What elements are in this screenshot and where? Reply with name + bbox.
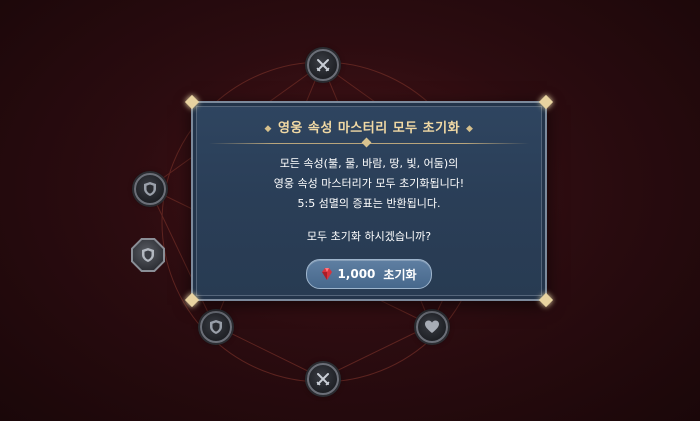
reset-dialog: ◆ 영웅 속성 마스터리 모두 초기화 ◆ 모든 속성(불, 물, 바람, 땅, 빛… — [184, 94, 554, 308]
crossed-swords-icon — [316, 373, 330, 386]
shield-icon — [210, 320, 222, 334]
crossed-swords-icon — [316, 59, 330, 72]
message-line: 영웅 속성 마스터리가 모두 초기화됩니다! — [273, 177, 465, 190]
dialog-question: 모두 초기화 하시겠습니까? — [306, 230, 432, 243]
divider-gem-ornament — [361, 137, 372, 148]
title-dot-left: ◆ — [264, 123, 272, 134]
message-line: 모든 속성(불, 물, 바람, 땅, 빛, 어둠)의 — [279, 157, 459, 170]
dialog-title-row: ◆ 영웅 속성 마스터리 모두 초기화 ◆ — [193, 117, 545, 136]
node-heart-right-lower[interactable] — [416, 311, 448, 343]
dialog-title: 영웅 속성 마스터리 모두 초기화 — [277, 121, 461, 136]
dialog-message: 모든 속성(불, 물, 바람, 땅, 빛, 어둠)의 영웅 속성 마스터리가 모… — [193, 154, 545, 214]
heart-icon — [425, 320, 439, 333]
node-crossed-swords-top[interactable] — [307, 49, 339, 81]
red-gem-icon — [322, 268, 333, 280]
button-label: 초기화 — [383, 267, 417, 282]
message-line: 5:5 섬멸의 증표는 반환됩니다. — [297, 197, 441, 210]
node-shield-left-lower[interactable] — [200, 311, 232, 343]
shield-icon — [142, 248, 154, 262]
shield-icon — [144, 182, 156, 196]
node-shield-left-octagon[interactable] — [131, 238, 165, 272]
confirm-reset-button[interactable]: 1,000 초기화 — [306, 259, 432, 289]
node-crossed-swords-bottom[interactable] — [307, 363, 339, 395]
title-dot-right: ◆ — [466, 123, 474, 134]
node-shield-left-upper[interactable] — [134, 173, 166, 205]
button-cost: 1,000 — [337, 267, 376, 281]
